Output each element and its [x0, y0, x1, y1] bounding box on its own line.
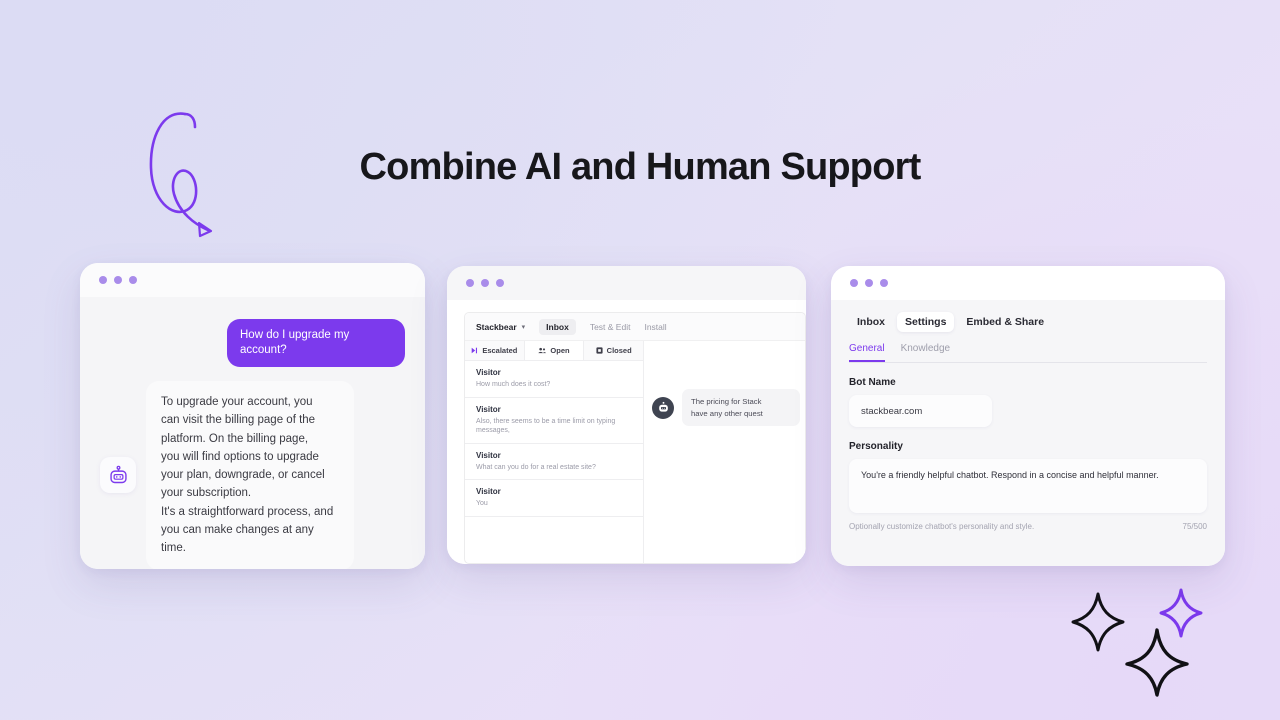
- filter-tab-closed[interactable]: Closed: [584, 341, 644, 360]
- agent-message-row: The pricing for Stack have any other que…: [644, 341, 805, 426]
- brand-label: Stackbear: [476, 321, 517, 332]
- window-dot-icon: [850, 279, 858, 287]
- bot-message-row: To upgrade your account, you can visit t…: [100, 381, 405, 569]
- conversation-name: Visitor: [476, 404, 501, 414]
- conversation-name: Visitor: [476, 487, 501, 496]
- settings-panel: Inbox Settings Embed & Share General Kno…: [831, 300, 1225, 566]
- bot-message-line: you will find options to upgrade: [161, 450, 319, 463]
- archive-box-icon: [596, 347, 603, 354]
- agent-message-bubble: The pricing for Stack have any other que…: [682, 389, 800, 426]
- inbox-main: Escalated Open Closed Visitor How much d…: [465, 341, 805, 563]
- filter-tab-escalated[interactable]: Escalated: [465, 341, 525, 360]
- inbox-app: Stackbear ▾ Inbox Test & Edit Install Es…: [447, 300, 806, 564]
- settings-sub-tabs: General Knowledge: [849, 343, 1207, 363]
- bot-message-bubble: To upgrade your account, you can visit t…: [146, 381, 354, 569]
- conversation-filter-tabs: Escalated Open Closed: [465, 341, 644, 361]
- user-message-bubble: How do I upgrade my account?: [227, 319, 405, 367]
- settings-preview-card: Inbox Settings Embed & Share General Kno…: [831, 266, 1225, 566]
- robot-icon: [100, 457, 136, 494]
- page-background: Combine AI and Human Support How do I up…: [0, 0, 1280, 720]
- character-counter: 75/500: [1182, 522, 1207, 531]
- conversation-snippet: How much does it cost?: [476, 381, 551, 388]
- filter-tab-label: Escalated: [482, 346, 518, 355]
- window-dot-icon: [99, 276, 107, 284]
- bot-message-line: can visit the billing page of the: [161, 414, 316, 427]
- conversation-snippet: What can you do for a real estate site?: [476, 463, 596, 471]
- window-dots: [447, 266, 806, 300]
- page-title: Combine AI and Human Support: [359, 146, 922, 188]
- conversation-list-item[interactable]: Visitor You: [465, 480, 643, 517]
- window-dot-icon: [496, 279, 504, 287]
- tab-embed-share[interactable]: Embed & Share: [958, 312, 1052, 332]
- window-dots: [80, 263, 425, 297]
- conversation-list-item[interactable]: Visitor Also, there seems to be a time l…: [465, 398, 643, 444]
- nav-item-install[interactable]: Install: [644, 322, 666, 332]
- window-dot-icon: [466, 279, 474, 287]
- window-dot-icon: [865, 279, 873, 287]
- people-icon: [538, 347, 547, 354]
- tab-knowledge[interactable]: Knowledge: [901, 343, 950, 362]
- filter-tab-open[interactable]: Open: [524, 341, 585, 360]
- conversation-detail-panel: The pricing for Stack have any other que…: [644, 341, 805, 563]
- personality-helper-row: Optionally customize chatbot's personali…: [849, 522, 1207, 531]
- sparkle-star-outline: [1071, 592, 1125, 652]
- conversation-name: Visitor: [476, 368, 501, 377]
- chevron-down-icon[interactable]: ▾: [522, 323, 526, 331]
- conversation-list-panel: Escalated Open Closed Visitor How much d…: [465, 341, 644, 563]
- bot-message-line: you can make changes at any time.: [161, 524, 314, 555]
- conversation-list-item[interactable]: Visitor How much does it cost?: [465, 361, 643, 398]
- tab-inbox[interactable]: Inbox: [849, 312, 893, 332]
- bot-message-line: your subscription.: [161, 487, 252, 500]
- nav-item-test-edit[interactable]: Test & Edit: [590, 322, 631, 332]
- filter-tab-label: Open: [550, 346, 570, 355]
- sparkle-star-outline-purple: [1159, 588, 1203, 638]
- inbox-frame: Stackbear ▾ Inbox Test & Edit Install Es…: [464, 312, 806, 564]
- bot-name-label: Bot Name: [849, 377, 896, 388]
- nav-item-inbox[interactable]: Inbox: [539, 318, 576, 335]
- window-dot-icon: [129, 276, 137, 284]
- settings-main-tabs: Inbox Settings Embed & Share: [849, 312, 1207, 332]
- bot-message-line: To upgrade your account, you: [161, 396, 313, 408]
- conversation-name: Visitor: [476, 450, 501, 460]
- window-dots: [831, 266, 1225, 300]
- conversation-snippet: Also, there seems to be a time limit on …: [476, 417, 616, 435]
- agent-message-line: The pricing for Stack: [691, 397, 762, 406]
- inbox-preview-card: Stackbear ▾ Inbox Test & Edit Install Es…: [447, 266, 806, 564]
- chat-thread: How do I upgrade my account? To upgrade …: [80, 297, 425, 569]
- sparkle-star-outline-large: [1125, 628, 1189, 697]
- conversation-snippet: You: [476, 500, 488, 507]
- robot-icon: [652, 396, 674, 419]
- bot-message-line: It's a straightforward process, and: [161, 505, 334, 518]
- agent-message-line: have any other quest: [691, 408, 763, 418]
- bot-message-line: your plan, downgrade, or cancel: [161, 469, 325, 482]
- personality-textarea[interactable]: You're a friendly helpful chatbot. Respo…: [849, 459, 1207, 513]
- personality-helper-text: Optionally customize chatbot's personali…: [849, 522, 1035, 531]
- conversation-list-item[interactable]: Visitor What can you do for a real estat…: [465, 444, 643, 480]
- tab-general[interactable]: General: [849, 343, 885, 362]
- window-dot-icon: [880, 279, 888, 287]
- filter-tab-label: Closed: [606, 346, 632, 355]
- bot-message-line: platform. On the billing page,: [161, 432, 309, 445]
- escalate-arrow-icon: [472, 347, 478, 354]
- window-dot-icon: [481, 279, 489, 287]
- chat-preview-card: How do I upgrade my account? To upgrade …: [80, 263, 425, 569]
- inbox-navbar: Stackbear ▾ Inbox Test & Edit Install: [465, 313, 805, 341]
- sparkle-cluster: [1065, 582, 1215, 702]
- personality-label: Personality: [849, 441, 903, 452]
- bot-name-input[interactable]: stackbear.com: [849, 395, 992, 427]
- tab-settings[interactable]: Settings: [897, 312, 955, 332]
- window-dot-icon: [114, 276, 122, 284]
